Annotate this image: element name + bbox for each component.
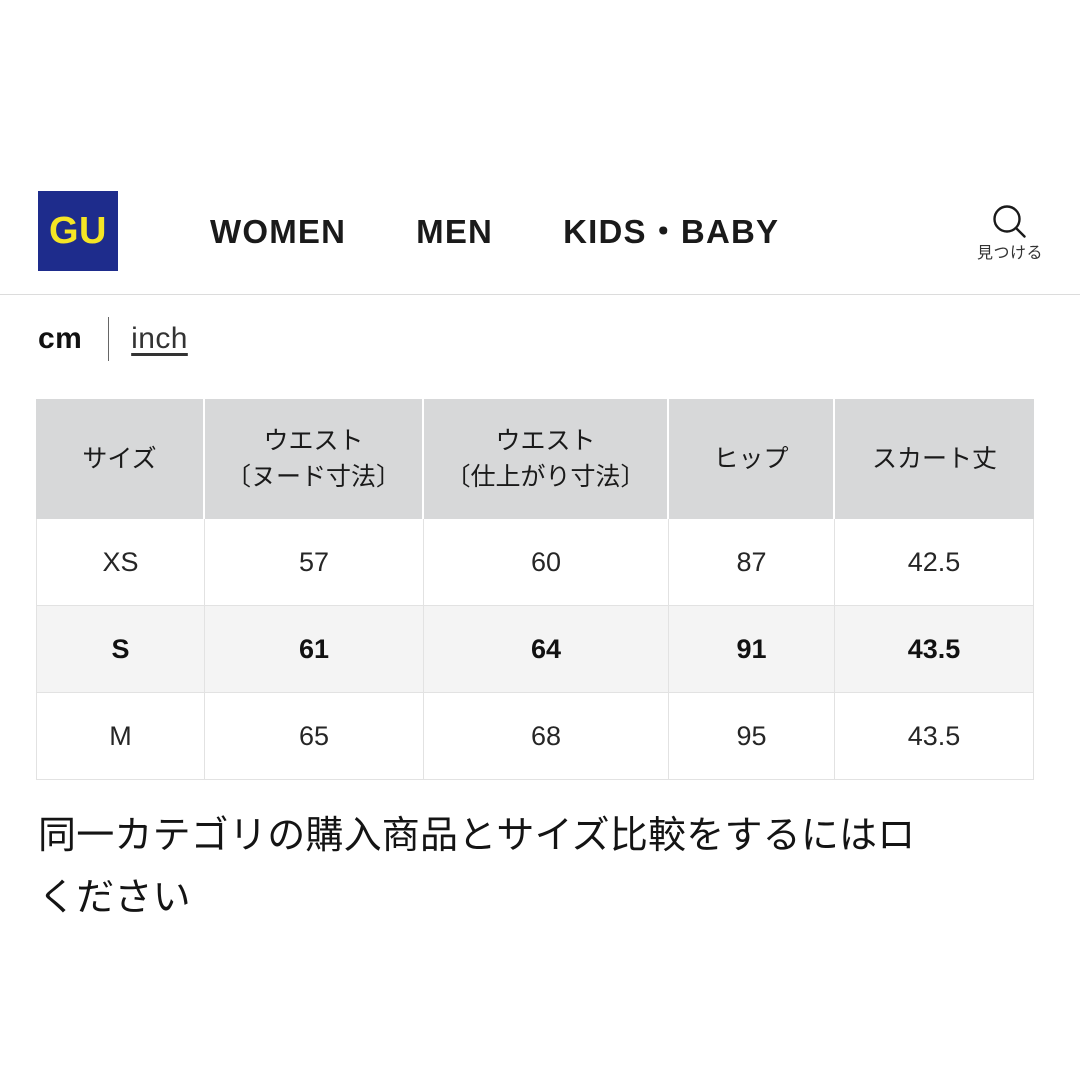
unit-toggle-cm[interactable]: cm — [38, 323, 82, 354]
size-table-body: XS 57 60 87 42.5 S 61 64 91 43.5 M 65 68… — [36, 519, 1034, 780]
unit-toggle-inch[interactable]: inch — [131, 323, 188, 354]
size-compare-note-line2: ください — [38, 876, 191, 919]
column-header-skirt-length: スカート丈 — [835, 399, 1034, 519]
cell-waist-finished: 60 — [424, 519, 669, 606]
size-table-head: サイズ ウエスト 〔ヌード寸法〕 ウエスト 〔仕上がり寸法〕 ヒップ スカート丈 — [36, 399, 1034, 519]
cell-skirt-length: 42.5 — [835, 519, 1034, 606]
column-header-size: サイズ — [36, 399, 205, 519]
unit-toggle: cm inch — [0, 295, 1080, 361]
search-icon — [988, 200, 1032, 244]
site-header: GU WOMEN MEN KIDS・BABY 見つける — [0, 168, 1080, 295]
column-header-skirt-length-line1: スカート丈 — [871, 444, 997, 473]
table-row: S 61 64 91 43.5 — [36, 606, 1034, 693]
gu-logo[interactable]: GU — [38, 191, 118, 271]
column-header-waist-nude-line1: ウエスト — [263, 426, 364, 455]
cell-waist-nude: 57 — [205, 519, 424, 606]
column-header-waist-finished-line2: 〔仕上がり寸法〕 — [445, 463, 646, 491]
nav-item-men[interactable]: MEN — [416, 215, 493, 248]
cell-waist-finished: 68 — [424, 693, 669, 780]
main-navigation: WOMEN MEN KIDS・BABY — [210, 215, 779, 248]
search-button[interactable]: 見つける — [954, 200, 1066, 262]
size-table-wrapper: サイズ ウエスト 〔ヌード寸法〕 ウエスト 〔仕上がり寸法〕 ヒップ スカート丈 — [36, 399, 1034, 780]
column-header-hip: ヒップ — [669, 399, 835, 519]
size-table: サイズ ウエスト 〔ヌード寸法〕 ウエスト 〔仕上がり寸法〕 ヒップ スカート丈 — [36, 399, 1034, 780]
cell-waist-nude: 65 — [205, 693, 424, 780]
cell-size: M — [36, 693, 205, 780]
nav-item-women[interactable]: WOMEN — [210, 215, 346, 248]
cell-size: S — [36, 606, 205, 693]
cell-skirt-length: 43.5 — [835, 606, 1034, 693]
column-header-waist-finished: ウエスト 〔仕上がり寸法〕 — [424, 399, 669, 519]
unit-toggle-divider — [108, 316, 110, 361]
size-table-header-row: サイズ ウエスト 〔ヌード寸法〕 ウエスト 〔仕上がり寸法〕 ヒップ スカート丈 — [36, 399, 1034, 519]
search-label: 見つける — [976, 245, 1043, 262]
column-header-waist-finished-line1: ウエスト — [495, 426, 596, 455]
size-compare-note-line1: 同一カテゴリの購入商品とサイズ比較をするにはロ — [38, 815, 916, 857]
cell-hip: 87 — [669, 519, 835, 606]
cell-waist-finished: 64 — [424, 606, 669, 693]
gu-logo-text: GU — [49, 210, 107, 252]
cell-hip: 91 — [669, 606, 835, 693]
column-header-waist-nude-line2: 〔ヌード寸法〕 — [225, 463, 401, 491]
cell-size: XS — [36, 519, 205, 606]
table-row: XS 57 60 87 42.5 — [36, 519, 1034, 606]
size-compare-note: 同一カテゴリの購入商品とサイズ比較をするにはロ ください — [38, 806, 1068, 929]
cell-hip: 95 — [669, 693, 835, 780]
nav-item-kids-baby[interactable]: KIDS・BABY — [563, 215, 779, 248]
table-row: M 65 68 95 43.5 — [36, 693, 1034, 780]
cell-waist-nude: 61 — [205, 606, 424, 693]
column-header-size-line1: サイズ — [82, 444, 157, 473]
page-top-spacer — [0, 0, 1080, 168]
column-header-hip-line1: ヒップ — [713, 444, 789, 473]
column-header-waist-nude: ウエスト 〔ヌード寸法〕 — [205, 399, 424, 519]
cell-skirt-length: 43.5 — [835, 693, 1034, 780]
